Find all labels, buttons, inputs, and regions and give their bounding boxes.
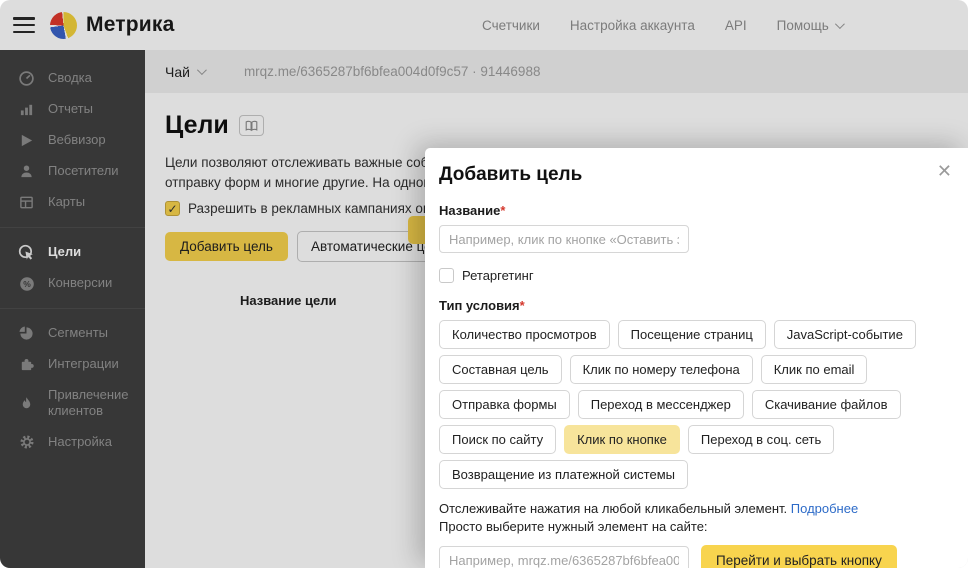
hint-line2: Просто выберите нужный элемент на сайте: bbox=[439, 518, 950, 536]
condition-type-chip[interactable]: Возвращение из платежной системы bbox=[439, 460, 688, 489]
add-goal-modal: ✕ Добавить цель Название* Ретаргетинг Ти… bbox=[425, 148, 968, 568]
button-click-hint: Отслеживайте нажатия на любой кликабельн… bbox=[439, 500, 950, 536]
goal-name-input[interactable] bbox=[439, 225, 689, 253]
close-icon[interactable]: ✕ bbox=[937, 162, 952, 180]
condition-type-chip[interactable]: Отправка формы bbox=[439, 390, 570, 419]
condition-type-chip[interactable]: Посещение страниц bbox=[618, 320, 766, 349]
condition-type-chip[interactable]: Количество просмотров bbox=[439, 320, 610, 349]
condition-type-chip[interactable]: Составная цель bbox=[439, 355, 562, 384]
condition-type-chip[interactable]: Поиск по сайту bbox=[439, 425, 556, 454]
retargeting-label: Ретаргетинг bbox=[462, 268, 534, 283]
condition-type-label: Тип условия* bbox=[439, 298, 950, 313]
required-mark: * bbox=[520, 298, 525, 313]
site-url-input[interactable] bbox=[439, 546, 689, 568]
condition-type-chip[interactable]: Клик по номеру телефона bbox=[570, 355, 753, 384]
app-window: Метрика Счетчики Настройка аккаунта API … bbox=[0, 0, 968, 568]
condition-type-chip[interactable]: JavaScript-событие bbox=[774, 320, 916, 349]
name-label: Название* bbox=[439, 203, 950, 218]
unchecked-checkbox-icon[interactable] bbox=[439, 268, 454, 283]
condition-type-chips: Количество просмотров Посещение страниц … bbox=[439, 320, 949, 489]
condition-type-chip[interactable]: Клик по email bbox=[761, 355, 868, 384]
retargeting-checkbox-row[interactable]: Ретаргетинг bbox=[439, 268, 950, 283]
more-link[interactable]: Подробнее bbox=[791, 501, 858, 516]
condition-type-chip-selected[interactable]: Клик по кнопке bbox=[564, 425, 680, 454]
go-and-pick-button[interactable]: Перейти и выбрать кнопку bbox=[701, 545, 897, 568]
condition-type-chip[interactable]: Скачивание файлов bbox=[752, 390, 901, 419]
name-label-text: Название bbox=[439, 203, 500, 218]
modal-title: Добавить цель bbox=[439, 164, 950, 186]
required-mark: * bbox=[500, 203, 505, 218]
condition-type-chip[interactable]: Переход в мессенджер bbox=[578, 390, 744, 419]
condition-type-label-text: Тип условия bbox=[439, 298, 520, 313]
condition-type-chip[interactable]: Переход в соц. сеть bbox=[688, 425, 834, 454]
hint-line1: Отслеживайте нажатия на любой кликабельн… bbox=[439, 501, 787, 516]
